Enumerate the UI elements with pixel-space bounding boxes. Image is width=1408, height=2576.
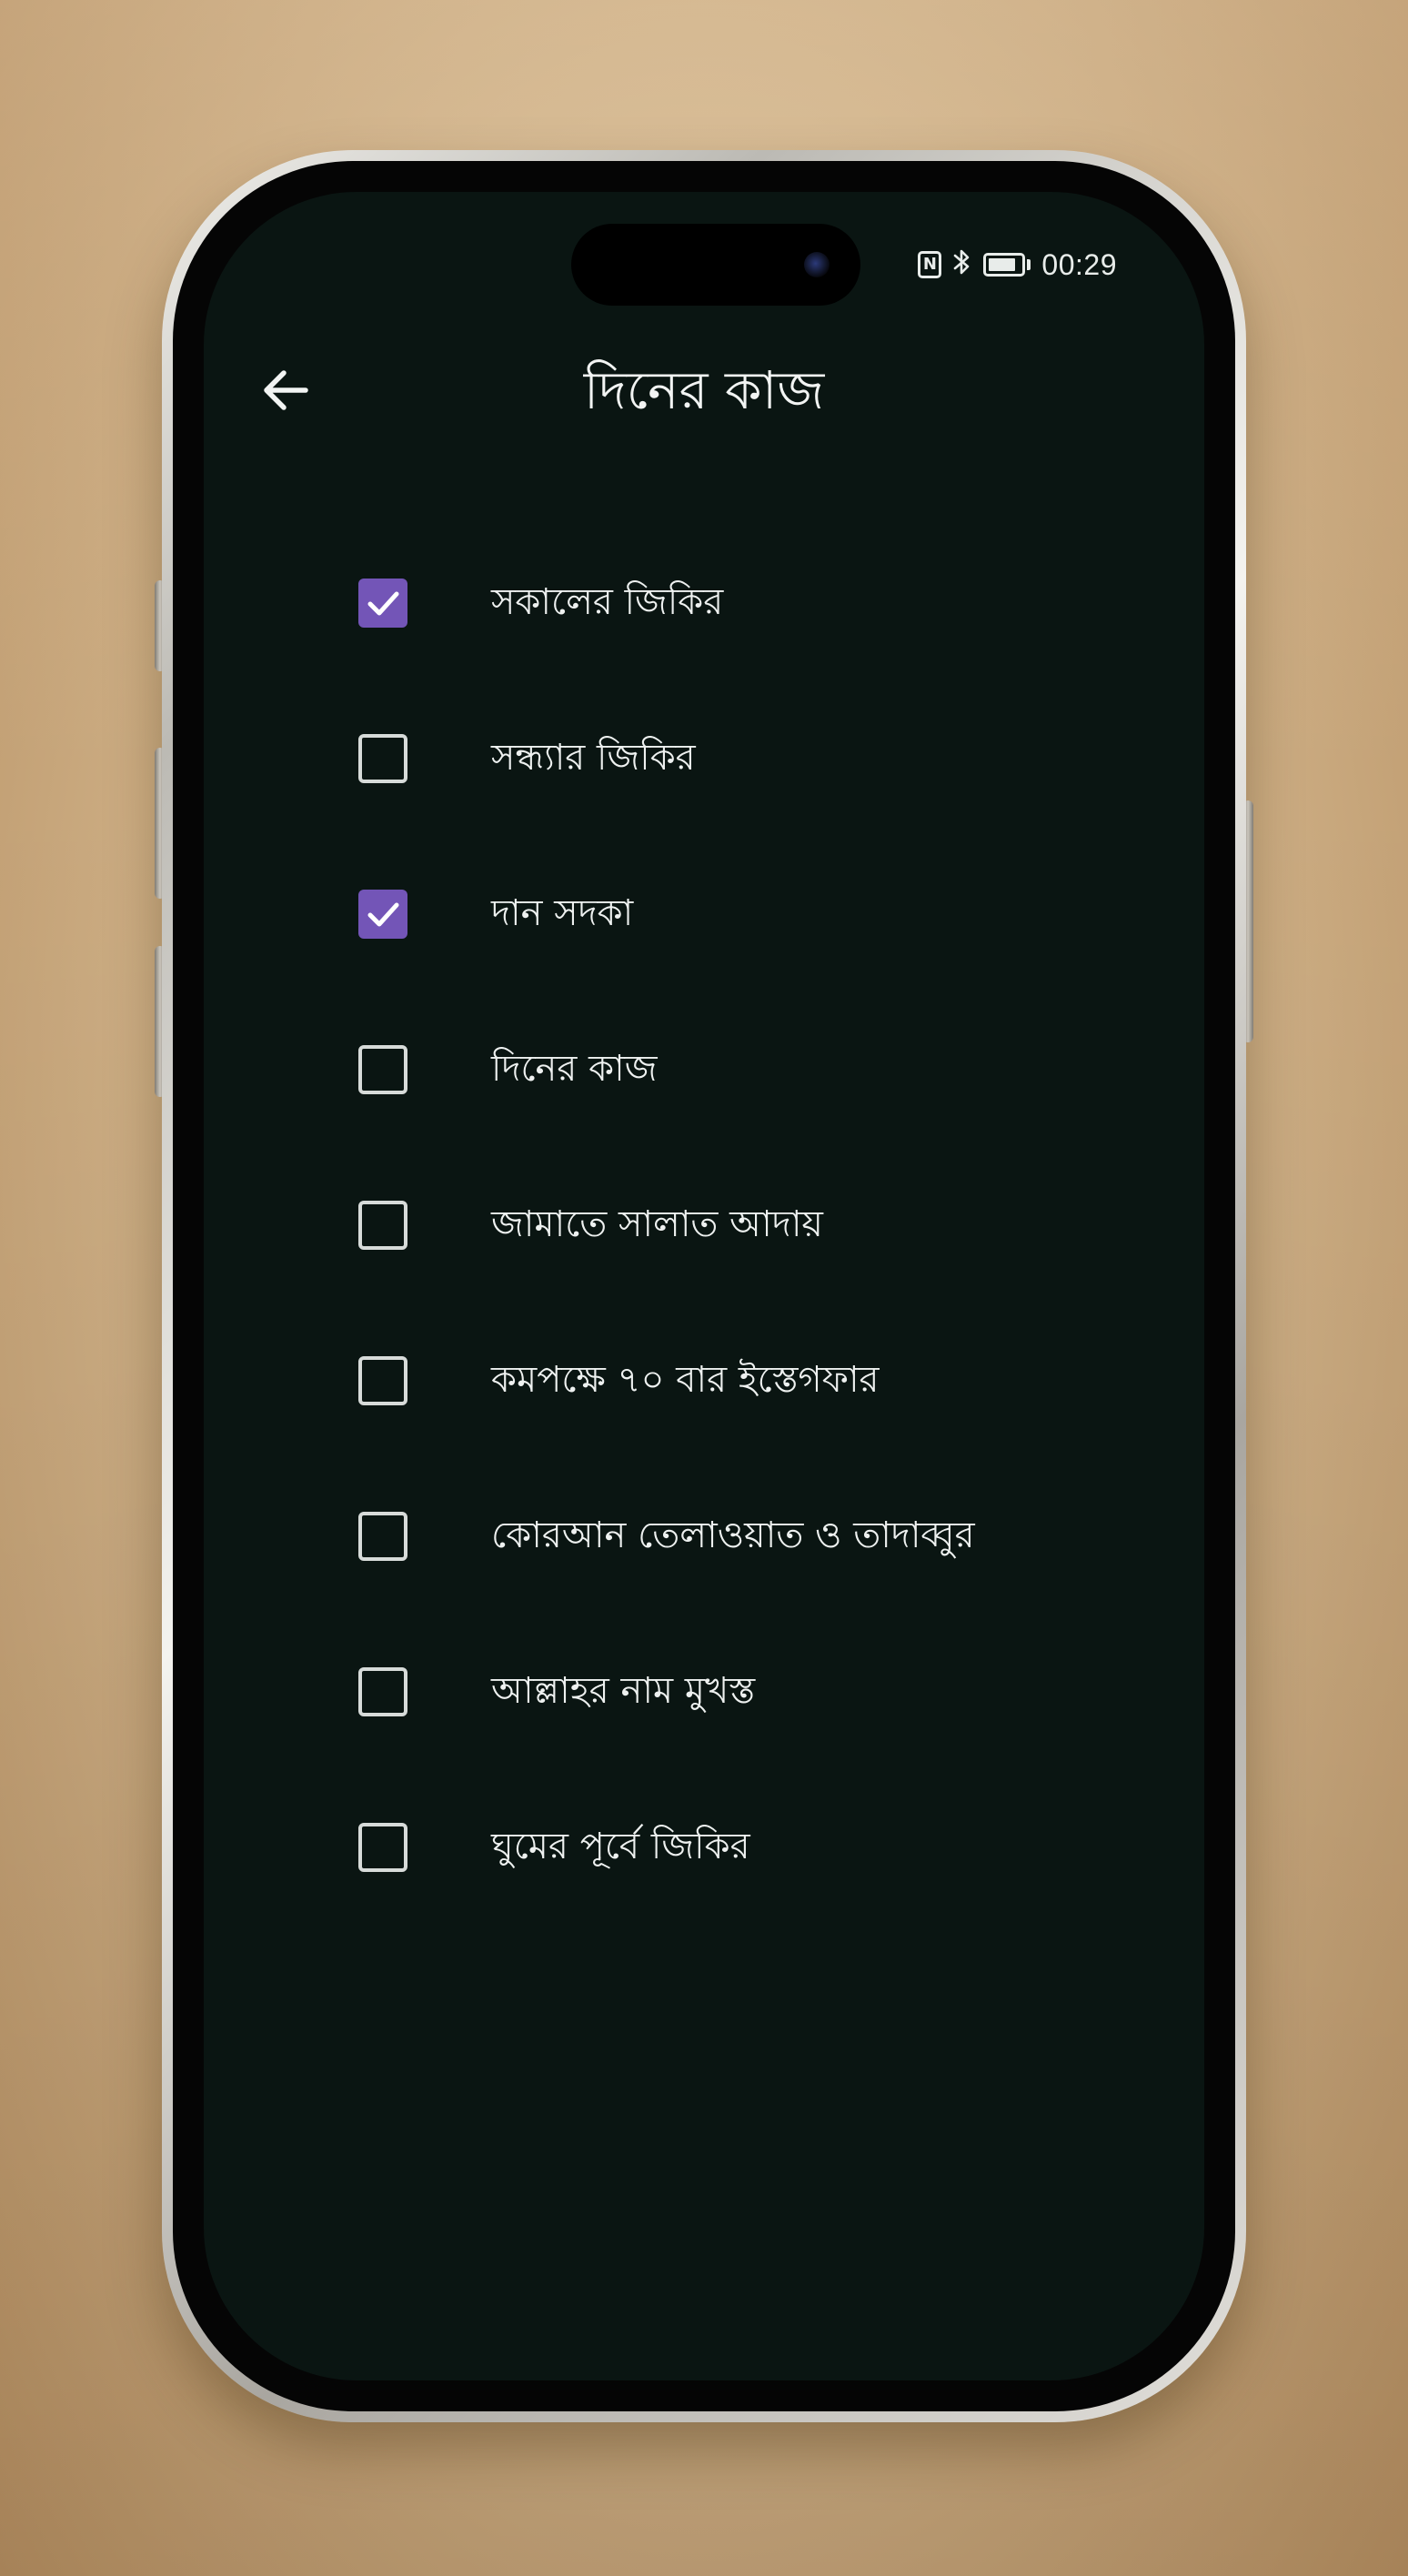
task-row[interactable]: দান সদকা: [204, 850, 1204, 978]
task-row[interactable]: ঘুমের পূর্বে জিকির: [204, 1784, 1204, 1911]
task-label: সকালের জিকির: [491, 580, 724, 623]
task-row[interactable]: কোরআন তেলাওয়াত ও তাদাব্বুর: [204, 1473, 1204, 1600]
task-label: সন্ধ্যার জিকির: [491, 736, 696, 779]
phone-bezel: N 00:29 দিনের কাজ সকালের জিকির সন্ধ্যার …: [173, 161, 1235, 2411]
task-label: কোরআন তেলাওয়াত ও তাদাব্বুর: [491, 1514, 975, 1556]
task-label: ঘুমের পূর্বে জিকির: [491, 1825, 750, 1867]
task-checkbox[interactable]: [358, 1045, 407, 1094]
task-row[interactable]: দিনের কাজ: [204, 1006, 1204, 1133]
task-row[interactable]: কমপক্ষে ৭০ বার ইস্তেগফার: [204, 1317, 1204, 1444]
bluetooth-glyph: [954, 249, 970, 275]
nfc-icon: N: [918, 251, 942, 278]
check-icon: [367, 902, 399, 927]
task-row[interactable]: সন্ধ্যার জিকির: [204, 695, 1204, 822]
task-label: আল্লাহর নাম মুখস্ত: [491, 1669, 756, 1712]
task-checkbox[interactable]: [358, 579, 407, 628]
page-title: দিনের কাজ: [583, 359, 825, 421]
phone-frame: N 00:29 দিনের কাজ সকালের জিকির সন্ধ্যার …: [162, 150, 1246, 2422]
task-label: দিনের কাজ: [491, 1047, 658, 1090]
battery-tip: [1027, 259, 1031, 270]
task-checkbox[interactable]: [358, 734, 407, 783]
battery-fill: [989, 258, 1016, 271]
task-row[interactable]: আল্লাহর নাম মুখস্ত: [204, 1628, 1204, 1756]
front-camera: [804, 252, 830, 277]
task-checkbox[interactable]: [358, 1201, 407, 1250]
battery-icon: [983, 253, 1031, 277]
dynamic-island: [571, 224, 860, 306]
task-checkbox[interactable]: [358, 890, 407, 939]
task-checkbox[interactable]: [358, 1823, 407, 1872]
check-icon: [367, 591, 399, 616]
task-label: জামাতে সালাত আদায়: [491, 1202, 823, 1245]
task-row[interactable]: সকালের জিকির: [204, 539, 1204, 667]
bluetooth-icon: [952, 247, 972, 282]
battery-body: [983, 253, 1026, 277]
task-checkbox[interactable]: [358, 1667, 407, 1716]
app-screen: N 00:29 দিনের কাজ সকালের জিকির সন্ধ্যার …: [204, 192, 1204, 2380]
task-checkbox[interactable]: [358, 1356, 407, 1405]
task-label: কমপক্ষে ৭০ বার ইস্তেগফার: [491, 1358, 880, 1401]
task-checkbox[interactable]: [358, 1512, 407, 1561]
task-label: দান সদকা: [491, 891, 634, 934]
status-bar: N 00:29: [918, 245, 1117, 285]
status-time: 00:29: [1041, 247, 1117, 281]
task-row[interactable]: জামাতে সালাত আদায়: [204, 1162, 1204, 1289]
